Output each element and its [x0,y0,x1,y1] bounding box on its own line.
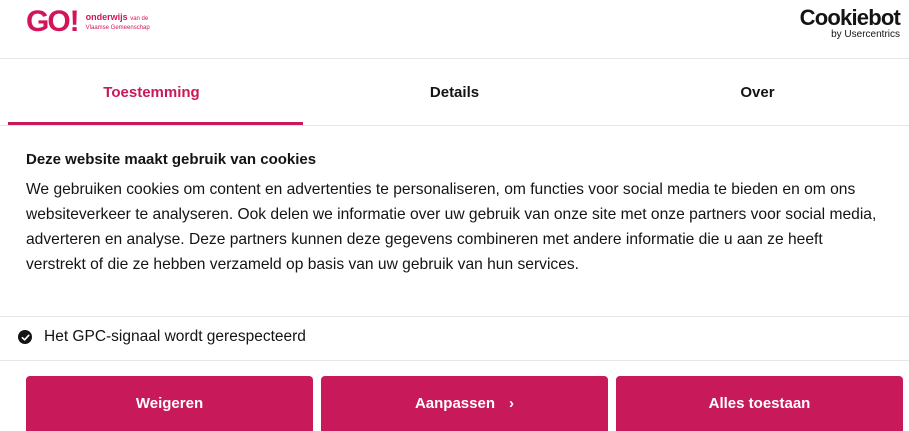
tab-bar: Toestemming Details Over [0,59,909,125]
tabs-divider [0,125,909,126]
gpc-label: Het GPC-signaal wordt gerespecteerd [44,328,306,345]
consent-content: Deze website maakt gebruik van cookies W… [26,150,886,277]
allow-all-button[interactable]: Alles toestaan [616,376,903,431]
content-divider [0,316,909,317]
cookiebot-sub: by Usercentrics [831,29,900,40]
consent-body: We gebruiken cookies om content en adver… [26,181,877,273]
allow-all-button-label: Alles toestaan [708,395,811,412]
tab-over[interactable]: Over [606,59,909,125]
logo-line1-main: onderwijs [85,12,128,22]
logo-line2: Vlaamse Gemeenschap [85,25,150,31]
decline-button[interactable]: Weigeren [26,376,313,431]
cookiebot-name: Cookiebot [799,5,901,30]
action-buttons: Weigeren Aanpassen › Alles toestaan [26,376,903,431]
logo-line1-small: van de [130,16,149,22]
go-onderwijs-logo: GO ! onderwijs van de Vlaamse Gemeenscha… [26,7,150,37]
consent-heading: Deze website maakt gebruik van cookies [26,151,317,168]
logo-line1: onderwijs van de [86,12,150,24]
chevron-right-icon: › [509,395,515,412]
tab-details[interactable]: Details [303,59,606,125]
logo-mark: GO [26,5,71,38]
logo-bang: ! [69,5,80,38]
gpc-divider [0,360,909,361]
banner-header: GO ! onderwijs van de Vlaamse Gemeenscha… [0,0,909,58]
gpc-notice: Het GPC-signaal wordt gerespecteerd [18,328,306,346]
logo-text: onderwijs van de Vlaamse Gemeenschap [86,12,150,32]
customize-button-label: Aanpassen [414,395,496,412]
check-circle-icon [18,330,32,344]
customize-button[interactable]: Aanpassen › [321,376,608,431]
cookiebot-logo[interactable]: Cookiebot by Usercentrics [799,5,901,41]
decline-button-label: Weigeren [135,395,204,412]
tab-toestemming[interactable]: Toestemming [0,59,303,125]
